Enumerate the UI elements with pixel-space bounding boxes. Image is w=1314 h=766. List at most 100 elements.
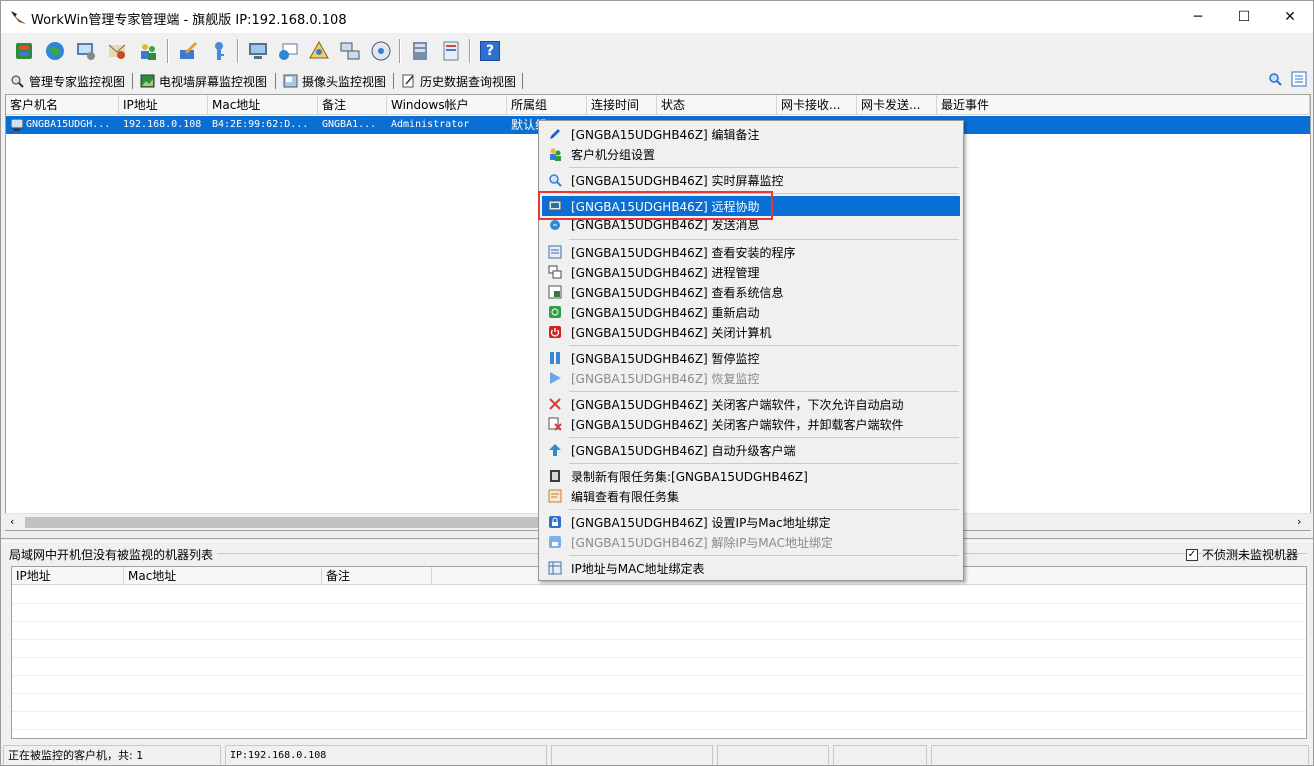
screen-icon[interactable]	[245, 38, 271, 64]
tab-camera-view[interactable]: 摄像头监控视图	[280, 71, 389, 91]
column-header[interactable]: 最近事件	[937, 95, 1310, 115]
unlock-icon	[547, 534, 563, 550]
menu-item-record-task-set[interactable]: 录制新有限任务集:[GNGBA15UDGHB46Z]	[542, 466, 960, 486]
camera-icon	[283, 74, 298, 88]
column-header[interactable]: 备注	[322, 567, 432, 585]
disk-icon[interactable]	[368, 38, 394, 64]
globe-icon[interactable]	[42, 38, 68, 64]
column-header[interactable]: 所属组	[507, 95, 587, 115]
column-header[interactable]: IP地址	[119, 95, 208, 115]
menu-item-uninstall-client[interactable]: [GNGBA15UDGHB46Z] 关闭客户端软件，并卸载客户端软件	[542, 414, 960, 434]
help-icon[interactable]: ?	[477, 38, 503, 64]
mail-icon[interactable]	[104, 38, 130, 64]
status-bar: 正在被监控的客户机，共: 1 IP:192.168.0.108	[1, 743, 1313, 765]
column-header[interactable]: 备注	[318, 95, 387, 115]
message-icon[interactable]	[275, 38, 301, 64]
column-header[interactable]: Mac地址	[124, 567, 322, 585]
users-icon[interactable]	[135, 38, 161, 64]
report-icon[interactable]	[438, 38, 464, 64]
upgrade-icon	[547, 442, 563, 458]
minimize-button[interactable]: ─	[1175, 1, 1221, 33]
scroll-thumb[interactable]	[25, 517, 545, 528]
app-logo-icon	[10, 11, 26, 24]
cell-windows-account: Administrator	[391, 119, 470, 130]
menu-item-shutdown[interactable]: [GNGBA15UDGHB46Z] 关闭计算机	[542, 322, 960, 342]
network-icon[interactable]	[337, 38, 363, 64]
magnifier-icon	[547, 172, 563, 188]
tab-history-view[interactable]: 历史数据查询视图	[398, 71, 519, 91]
menu-item-edit-remark[interactable]: [GNGBA15UDGHB46Z] 编辑备注	[542, 124, 960, 144]
column-header[interactable]: 网卡发送...	[857, 95, 937, 115]
column-header[interactable]: 状态	[657, 95, 777, 115]
cell-ip: 192.168.0.108	[123, 119, 202, 130]
unmonitored-list-title: 局域网中开机但没有被监视的机器列表	[9, 548, 214, 562]
scroll-right-icon[interactable]: ›	[1297, 515, 1301, 528]
ignore-unmonitored-checkbox[interactable]: ✓ 不侦测未监视机器	[1186, 546, 1298, 563]
column-header[interactable]: Windows帐户	[387, 95, 507, 115]
menu-item-close-client[interactable]: [GNGBA15UDGHB46Z] 关闭客户端软件，下次允许自动启动	[542, 394, 960, 414]
uninstall-icon	[547, 416, 563, 432]
unmonitored-table: IP地址 Mac地址 备注	[11, 566, 1307, 739]
edit-tool-icon[interactable]	[175, 38, 201, 64]
title-bar: WorkWin管理专家管理端 - 旗舰版 IP:192.168.0.108 ─ …	[1, 1, 1313, 33]
server-icon[interactable]	[407, 38, 433, 64]
status-ip: IP:192.168.0.108	[225, 745, 547, 765]
play-icon	[547, 370, 563, 386]
cell-client-name: GNGBA15UDGH...	[26, 119, 111, 130]
document-icon[interactable]	[306, 38, 332, 64]
highlight-box	[538, 191, 773, 220]
binding-table-icon	[547, 560, 563, 576]
menu-item-auto-upgrade[interactable]: [GNGBA15UDGHB46Z] 自动升级客户端	[542, 440, 960, 460]
list-view-icon[interactable]	[1289, 69, 1309, 89]
menu-item-installed-programs[interactable]: [GNGBA15UDGHB46Z] 查看安装的程序	[542, 242, 960, 262]
menu-item-edit-task-set[interactable]: 编辑查看有限任务集	[542, 486, 960, 506]
menu-item-process-manager[interactable]: [GNGBA15UDGHB46Z] 进程管理	[542, 262, 960, 282]
close-x-icon	[547, 396, 563, 412]
cell-mac: B4:2E:99:62:D...	[212, 119, 309, 130]
programs-icon	[547, 244, 563, 260]
status-pane	[717, 745, 829, 765]
cell-remark: GNGBA1...	[322, 119, 377, 130]
menu-item-restart[interactable]: [GNGBA15UDGHB46Z] 重新启动	[542, 302, 960, 322]
toolbar: ?	[1, 34, 1313, 68]
group-icon	[547, 146, 563, 162]
menu-item-system-info[interactable]: [GNGBA15UDGHB46Z] 查看系统信息	[542, 282, 960, 302]
maximize-button[interactable]: ☐	[1221, 1, 1267, 33]
notepad-icon	[402, 74, 414, 88]
column-header[interactable]: IP地址	[12, 567, 124, 585]
menu-item-pause-monitor[interactable]: [GNGBA15UDGHB46Z] 暂停监控	[542, 348, 960, 368]
column-header[interactable]: 连接时间	[587, 95, 657, 115]
task-list-icon	[547, 488, 563, 504]
status-pane	[551, 745, 713, 765]
menu-item-binding-table[interactable]: IP地址与MAC地址绑定表	[542, 558, 960, 578]
menu-item-unbind-ip-mac[interactable]: [GNGBA15UDGHB46Z] 解除IP与MAC地址绑定	[542, 532, 960, 552]
app-window: WorkWin管理专家管理端 - 旗舰版 IP:192.168.0.108 ─ …	[0, 0, 1314, 766]
menu-item-resume-monitor[interactable]: [GNGBA15UDGHB46Z] 恢复监控	[542, 368, 960, 388]
column-header[interactable]: 网卡接收...	[777, 95, 857, 115]
tab-manager-view[interactable]: 管理专家监控视图	[7, 71, 128, 91]
checkbox-box[interactable]: ✓	[1186, 548, 1198, 561]
pause-icon	[547, 350, 563, 366]
process-icon	[547, 264, 563, 280]
scroll-left-icon[interactable]: ‹	[10, 515, 14, 528]
find-icon[interactable]	[1265, 69, 1285, 89]
menu-item-live-screen[interactable]: [GNGBA15UDGHB46Z] 实时屏幕监控	[542, 170, 960, 190]
menu-item-bind-ip-mac[interactable]: [GNGBA15UDGHB46Z] 设置IP与Mac地址绑定	[542, 512, 960, 532]
close-button[interactable]: ✕	[1267, 1, 1313, 33]
power-icon	[547, 324, 563, 340]
picture-icon	[140, 74, 155, 88]
cube-icon[interactable]	[11, 38, 37, 64]
key-icon[interactable]	[206, 38, 232, 64]
column-header[interactable]: Mac地址	[208, 95, 318, 115]
window-title: WorkWin管理专家管理端 - 旗舰版 IP:192.168.0.108	[31, 13, 347, 28]
status-pane	[833, 745, 927, 765]
film-icon	[547, 468, 563, 484]
pencil-icon	[547, 126, 563, 142]
table-header: 客户机名 IP地址 Mac地址 备注 Windows帐户 所属组 连接时间 状态…	[6, 95, 1310, 115]
monitor-gear-icon[interactable]	[73, 38, 99, 64]
tab-tv-wall-view[interactable]: 电视墙屏幕监控视图	[137, 71, 270, 91]
menu-item-group-settings[interactable]: 客户机分组设置	[542, 144, 960, 164]
view-tabs: 管理专家监控视图 电视墙屏幕监控视图 摄像头监控视图 历史数据查询视图	[1, 69, 1313, 93]
column-header[interactable]: 客户机名	[6, 95, 119, 115]
restart-icon	[547, 304, 563, 320]
